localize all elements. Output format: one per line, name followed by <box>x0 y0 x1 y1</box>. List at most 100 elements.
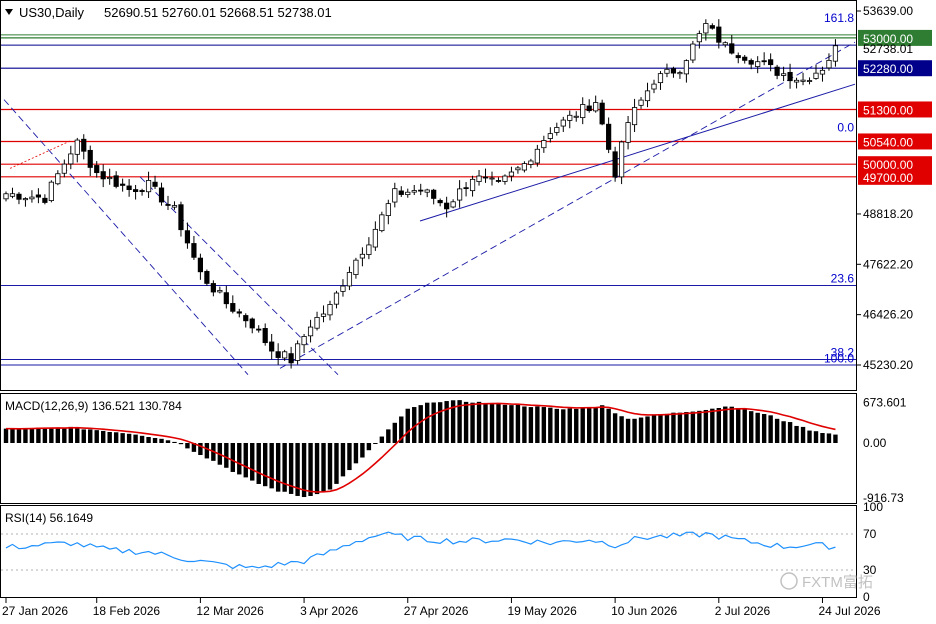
candle-body <box>431 189 437 199</box>
price-level-label: 51300.00 <box>863 103 913 117</box>
macd-bar <box>55 427 61 443</box>
macd-bar <box>113 432 119 443</box>
macd-bar <box>10 428 15 443</box>
candle-body <box>787 71 793 82</box>
macd-bar <box>826 433 832 443</box>
candle-body <box>392 188 398 203</box>
macd-bar <box>425 402 430 443</box>
macd-bar <box>437 402 443 443</box>
macd-title: MACD(12,26,9) 136.521 130.784 <box>5 399 182 413</box>
macd-bar <box>755 412 760 443</box>
candle-body <box>670 68 677 74</box>
macd-bar <box>632 418 637 443</box>
price-level-label: 52738.01 <box>863 42 913 56</box>
candle-body <box>158 187 165 203</box>
macd-bar <box>101 430 106 443</box>
macd-bar <box>431 402 436 443</box>
price-level-label: 52280.00 <box>863 62 913 76</box>
time-tick-label: 3 Apr 2026 <box>300 604 358 618</box>
macd-tick-label: 673.601 <box>863 396 907 410</box>
rsi-tick-label: 0 <box>863 590 870 604</box>
ohlc-values: 52690.51 52760.01 52668.51 52738.01 <box>104 5 332 20</box>
candle-body <box>411 190 417 193</box>
candle-body <box>456 188 463 201</box>
macd-bar <box>386 429 391 443</box>
candle-body <box>372 228 378 248</box>
price-tick-label: 46426.20 <box>863 308 913 322</box>
time-tick-label: 27 Apr 2026 <box>404 604 469 618</box>
candle-body <box>748 60 754 65</box>
candle-body <box>482 176 489 179</box>
macd-bar <box>807 430 812 443</box>
macd-bar <box>567 408 572 443</box>
macd-bar <box>314 443 320 495</box>
macd-bar <box>535 406 540 443</box>
candle-body <box>502 175 508 182</box>
chart-canvas[interactable]: 673.6010.00-916.73 10070300 53639.004881… <box>0 0 936 624</box>
macd-bar <box>574 408 579 443</box>
candle-body <box>81 138 87 152</box>
time-tick-label: 18 Feb 2026 <box>93 604 161 618</box>
macd-bar <box>88 429 93 443</box>
candle-body <box>696 33 702 43</box>
rsi-line <box>5 531 836 570</box>
candle-body <box>301 336 307 346</box>
candle-body <box>320 313 327 317</box>
macd-bar <box>178 443 184 445</box>
price-level-label: 49700.00 <box>863 171 913 185</box>
candle-body <box>288 353 294 364</box>
macd-bar <box>49 427 54 443</box>
candle-body <box>132 189 139 192</box>
macd-bar <box>606 408 611 443</box>
macd-bar <box>502 404 508 443</box>
macd-bar <box>418 405 423 443</box>
candle-body <box>418 189 424 192</box>
candle-body <box>120 183 126 186</box>
candle-body <box>683 60 690 75</box>
macd-bar <box>677 412 683 443</box>
macd-bar <box>29 428 35 443</box>
macd-bar <box>515 404 521 443</box>
candle-body <box>619 141 625 178</box>
macd-bar <box>820 433 825 443</box>
macd-bar <box>444 401 449 443</box>
candle-body <box>139 190 145 192</box>
macd-bar <box>612 413 618 443</box>
candle-body <box>314 317 320 329</box>
candle-body <box>793 79 800 83</box>
macd-bar <box>496 402 501 443</box>
candle-body <box>275 351 281 358</box>
candle-body <box>3 193 9 200</box>
candle-body <box>735 55 741 59</box>
candle-body <box>709 25 715 29</box>
macd-bar <box>185 443 190 449</box>
candle-body <box>593 102 599 112</box>
candle-body <box>651 83 657 90</box>
macd-bar <box>528 407 534 443</box>
candle-body <box>599 102 605 125</box>
candle-body <box>761 60 767 63</box>
candle-body <box>469 178 476 192</box>
price-tick-label: 53639.00 <box>863 4 913 18</box>
trend-line <box>419 83 856 222</box>
macd-bar <box>75 427 80 443</box>
macd-bar <box>275 443 281 492</box>
rsi-panel[interactable] <box>0 505 857 598</box>
macd-bar <box>392 422 397 443</box>
trend-lines <box>3 41 856 376</box>
candle-body <box>800 79 806 82</box>
collapse-triangle-icon[interactable] <box>5 9 13 15</box>
macd-bar <box>671 412 676 443</box>
candle-body <box>262 328 268 344</box>
candle-body <box>48 181 54 201</box>
macd-bar <box>761 414 767 443</box>
candle-body <box>677 72 683 75</box>
fib-fan-line <box>279 41 856 369</box>
candle-body <box>606 123 612 150</box>
candle-body <box>444 202 450 210</box>
rsi-title: RSI(14) 56.1649 <box>5 511 93 525</box>
candle-body <box>87 149 93 168</box>
candle-body <box>573 115 579 118</box>
candle-body <box>832 45 839 62</box>
candle-body <box>826 59 832 69</box>
